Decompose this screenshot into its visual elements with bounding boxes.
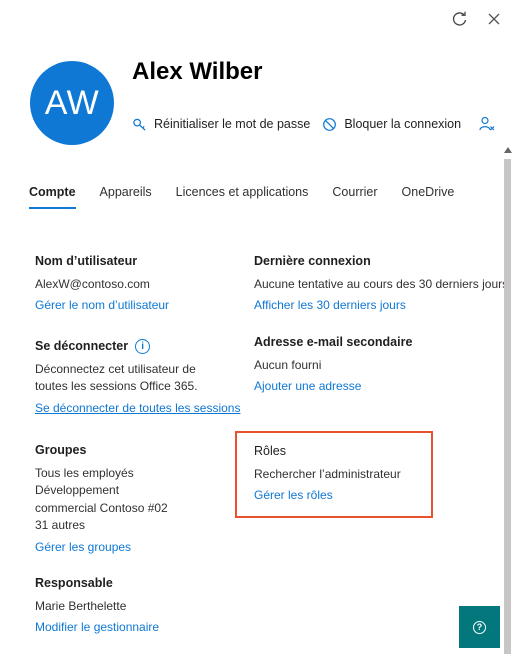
key-icon — [133, 118, 146, 131]
view-last-30-days-link[interactable]: Afficher les 30 derniers jours — [254, 297, 508, 315]
close-icon[interactable] — [483, 8, 505, 30]
manage-username-link[interactable]: Gérer le nom d’utilisateur — [35, 297, 169, 315]
delete-user-button[interactable] — [479, 116, 502, 132]
block-signin-button[interactable]: Bloquer la connexion — [322, 117, 461, 132]
alt-email-section: Adresse e-mail secondaire Aucun fourni A… — [254, 334, 412, 396]
scrollbar-thumb[interactable] — [504, 159, 511, 654]
last-signin-value: Aucune tentative au cours des 30 dernier… — [254, 276, 509, 291]
groups-section: Groupes Tous les employés Développement … — [35, 442, 168, 556]
scrollbar[interactable] — [501, 142, 514, 660]
alt-email-heading: Adresse e-mail secondaire — [254, 335, 413, 349]
info-icon[interactable]: i — [135, 339, 151, 355]
groups-heading: Groupes — [35, 443, 87, 457]
group-item: commercial Contoso #02 — [35, 500, 168, 515]
username-section: Nom d’utilisateur AlexW@contoso.com Gére… — [35, 253, 169, 315]
tab-licences[interactable]: Licences et applications — [176, 185, 309, 209]
manager-heading: Responsable — [35, 576, 113, 590]
signout-heading: Se déconnecter — [35, 339, 129, 353]
alt-email-value: Aucun fourni — [254, 357, 322, 372]
avatar: AW — [30, 61, 114, 145]
last-signin-section: Dernière connexion Aucune tentative au c… — [254, 253, 508, 315]
reset-password-button[interactable]: Réinitialiser le mot de passe — [132, 117, 310, 132]
signout-heading-row: Se déconnecter i — [35, 338, 240, 356]
tab-onedrive[interactable]: OneDrive — [402, 185, 455, 209]
signout-all-sessions-link[interactable]: Se déconnecter de toutes les sessions — [35, 400, 240, 418]
help-button[interactable]: ? — [459, 606, 500, 648]
username-value: AlexW@contoso.com — [35, 276, 150, 291]
block-icon — [323, 117, 337, 131]
tab-compte[interactable]: Compte — [29, 185, 76, 209]
group-item: Développement — [35, 483, 120, 497]
manager-value: Marie Berthelette — [35, 598, 127, 613]
group-item: Tous les employés — [35, 465, 134, 480]
signout-text-2: toutes les sessions Office 365. — [35, 379, 198, 393]
username-heading: Nom d’utilisateur — [35, 254, 138, 268]
refresh-icon[interactable] — [449, 8, 471, 30]
signout-text-1: Déconnectez cet utilisateur de — [35, 361, 196, 376]
user-name: Alex Wilber — [132, 58, 263, 85]
tab-bar: Compte Appareils Licences et application… — [29, 185, 478, 209]
user-actions: Réinitialiser le mot de passe Bloquer la… — [132, 116, 502, 132]
roles-heading: Rôles — [254, 444, 286, 458]
last-signin-heading: Dernière connexion — [254, 254, 371, 268]
signout-section: Se déconnecter i Déconnectez cet utilisa… — [35, 338, 240, 417]
scroll-up-arrow-icon[interactable] — [504, 147, 512, 153]
manage-roles-link[interactable]: Gérer les rôles — [254, 487, 401, 505]
manage-groups-link[interactable]: Gérer les groupes — [35, 539, 168, 557]
tab-courrier[interactable]: Courrier — [332, 185, 377, 209]
manager-section: Responsable Marie Berthelette Modifier l… — [35, 575, 159, 637]
help-icon: ? — [473, 620, 486, 634]
block-signin-label: Bloquer la connexion — [344, 117, 462, 131]
roles-section: Rôles Rechercher l’administrateur Gérer … — [254, 443, 401, 505]
reset-password-label: Réinitialiser le mot de passe — [154, 117, 311, 131]
group-item: 31 autres — [35, 518, 86, 532]
add-address-link[interactable]: Ajouter une adresse — [254, 378, 412, 396]
change-manager-link[interactable]: Modifier le gestionnaire — [35, 619, 159, 637]
person-remove-icon — [479, 116, 495, 131]
roles-value: Rechercher l’administrateur — [254, 466, 401, 481]
tab-appareils[interactable]: Appareils — [100, 185, 152, 209]
